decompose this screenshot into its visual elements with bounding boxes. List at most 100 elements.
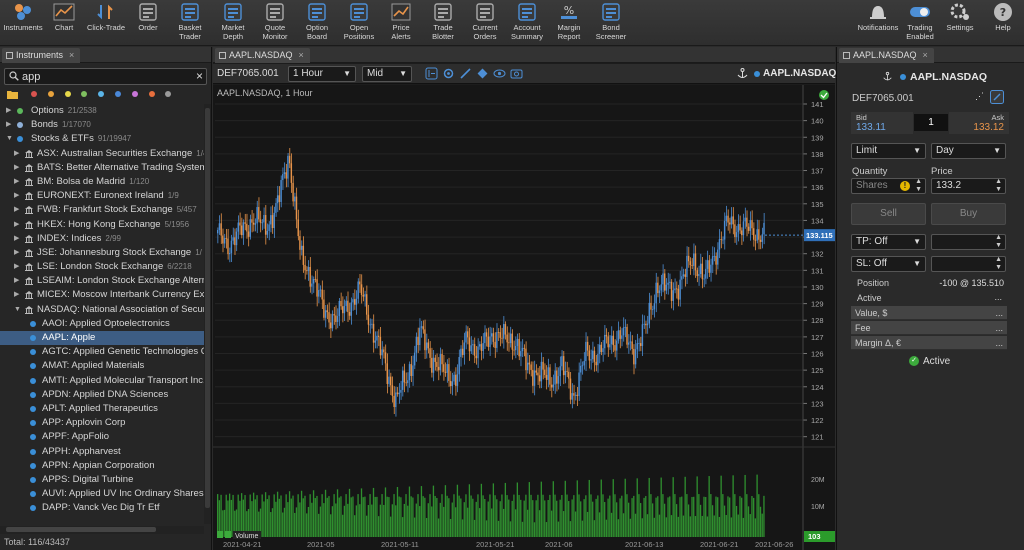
- instrument-row[interactable]: AAPL: Apple: [0, 331, 204, 346]
- quantity-stepper[interactable]: 1: [914, 114, 948, 131]
- collapsed-arrow-icon[interactable]: ▶: [14, 260, 22, 274]
- camera-icon[interactable]: [510, 67, 523, 80]
- chart-symbol[interactable]: AAPL.NASDAQ: [763, 68, 836, 79]
- anchor-icon[interactable]: [736, 67, 749, 80]
- collapsed-arrow-icon[interactable]: ▶: [14, 189, 22, 203]
- close-icon[interactable]: ×: [923, 50, 928, 60]
- eraser-icon[interactable]: [476, 67, 489, 80]
- toolbar-open-positions-button[interactable]: Open Positions: [336, 2, 382, 41]
- collapsed-arrow-icon[interactable]: ▶: [14, 246, 22, 260]
- collapsed-arrow-icon[interactable]: ▶: [14, 161, 22, 175]
- stepper-icon[interactable]: ▲ ▼: [995, 234, 1002, 250]
- expanded-arrow-icon[interactable]: ▼: [14, 303, 22, 317]
- order-account[interactable]: DEF7065.001: [852, 93, 914, 104]
- chart-account[interactable]: DEF7065.001: [217, 68, 279, 79]
- instrument-row[interactable]: APPF: AppFolio: [0, 430, 204, 444]
- take-profit-select[interactable]: TP: Off ▼: [851, 234, 926, 250]
- collapsed-arrow-icon[interactable]: ▶: [14, 175, 22, 189]
- collapsed-arrow-icon[interactable]: ▶: [14, 232, 22, 246]
- tree-horizontal-scrollbar[interactable]: [0, 526, 204, 534]
- scroll-thumb[interactable]: [205, 108, 210, 508]
- anchor-icon[interactable]: [882, 71, 893, 82]
- margin-row[interactable]: Margin Δ, €...: [851, 336, 1007, 350]
- bid-box[interactable]: Bid 133.11: [851, 112, 913, 134]
- exchange-row[interactable]: ▶ HKEX: Hong Kong Exchange 5/1956: [0, 218, 204, 232]
- collapsed-arrow-icon[interactable]: ▶: [6, 118, 14, 132]
- eye-icon[interactable]: [493, 67, 506, 80]
- toolbar-bond-screener-button[interactable]: Bond Screener: [588, 2, 634, 41]
- exchange-row[interactable]: ▶ EURONEXT: Euronext Ireland 1/9: [0, 189, 204, 203]
- toolbar-current-orders-button[interactable]: Current Orders: [462, 2, 508, 41]
- toolbar-basket-button[interactable]: Basket Trader: [167, 2, 213, 41]
- exchange-row[interactable]: ▶ LSE: London Stock Exchange 6/2218: [0, 260, 204, 274]
- instrument-row[interactable]: AGTC: Applied Genetic Technologies C: [0, 345, 204, 359]
- exchange-row[interactable]: ▶ BATS: Better Alternative Trading System: [0, 161, 204, 175]
- folder-icon[interactable]: [7, 89, 18, 99]
- order-tab[interactable]: AAPL.NASDAQ ×: [839, 48, 934, 63]
- toolbar-click-trade-button[interactable]: Click-Trade: [83, 2, 129, 32]
- close-icon[interactable]: ×: [69, 50, 74, 60]
- instrument-row[interactable]: APLT: Applied Therapeutics: [0, 402, 204, 416]
- color-filter-dot[interactable]: [47, 91, 54, 97]
- category-row[interactable]: ▶ Options 21/2538: [0, 104, 204, 118]
- toolbar-chart-button[interactable]: Chart: [41, 2, 87, 32]
- expanded-arrow-icon[interactable]: ▼: [6, 132, 14, 146]
- stop-loss-select[interactable]: SL: Off ▼: [851, 256, 926, 272]
- toolbar-bell-button[interactable]: Notifications: [855, 2, 901, 32]
- exchange-row[interactable]: ▶ FWB: Frankfurt Stock Exchange 5/457: [0, 203, 204, 217]
- toolbar-help-button[interactable]: ? Help: [980, 2, 1024, 32]
- tree-vertical-scrollbar[interactable]: [204, 104, 211, 524]
- tif-select[interactable]: Day ▼: [931, 143, 1006, 159]
- exchange-row[interactable]: ▶ INDEX: Indices 2/99: [0, 232, 204, 246]
- price-field[interactable]: 133.2 ▲ ▼: [931, 178, 1006, 194]
- toolbar-instruments-button[interactable]: Instruments: [0, 2, 46, 32]
- instrument-row[interactable]: AMAT: Applied Materials: [0, 359, 204, 373]
- instrument-row[interactable]: APDN: Applied DNA Sciences: [0, 388, 204, 402]
- instrument-row[interactable]: APPS: Digital Turbine: [0, 473, 204, 487]
- instruments-tab[interactable]: Instruments ×: [2, 48, 81, 63]
- scroll-thumb[interactable]: [6, 527, 156, 532]
- collapsed-arrow-icon[interactable]: ▶: [14, 218, 22, 232]
- settings-toggle-icon[interactable]: ⋰: [975, 91, 984, 102]
- stepper-icon[interactable]: ▲ ▼: [995, 178, 1002, 194]
- close-icon[interactable]: ×: [299, 50, 304, 60]
- collapsed-arrow-icon[interactable]: ▶: [14, 147, 22, 161]
- clear-search-icon[interactable]: ×: [196, 69, 203, 83]
- buy-button[interactable]: Buy: [931, 203, 1006, 225]
- toolbar-option-board-button[interactable]: Option Board: [294, 2, 340, 41]
- price-type-select[interactable]: Mid ▼: [362, 66, 412, 82]
- pencil-icon[interactable]: [459, 67, 472, 80]
- toolbar-quote-monitor-button[interactable]: Quote Monitor: [252, 2, 298, 41]
- exchange-row[interactable]: ▶ ASX: Australian Securities Exchange1/4: [0, 147, 204, 161]
- instrument-row[interactable]: AAOI: Applied Optoelectronics: [0, 317, 204, 331]
- value-row[interactable]: Value, $...: [851, 306, 1007, 320]
- order-type-select[interactable]: Limit ▼: [851, 143, 926, 159]
- exchange-row[interactable]: ▶ JSE: Johannesburg Stock Exchange 1/: [0, 246, 204, 260]
- color-filter-dot[interactable]: [98, 91, 105, 97]
- ask-box[interactable]: Ask 133.12: [949, 112, 1009, 134]
- collapsed-arrow-icon[interactable]: ▶: [14, 288, 22, 302]
- color-filter-dot[interactable]: [148, 91, 155, 97]
- active-ellipsis[interactable]: ...: [994, 292, 1002, 302]
- color-filter-dot[interactable]: [115, 91, 121, 97]
- period-select[interactable]: 1 Hour ▼: [288, 66, 356, 82]
- sell-button[interactable]: Sell: [851, 203, 926, 225]
- fee-row[interactable]: Fee...: [851, 321, 1007, 335]
- stop-loss-field[interactable]: ▲ ▼: [931, 256, 1006, 272]
- instrument-row[interactable]: DAPP: Vanck Vec Dig Tr Etf: [0, 501, 204, 515]
- exchange-row[interactable]: ▶ BM: Bolsa de Madrid 1/120: [0, 175, 204, 189]
- collapsed-arrow-icon[interactable]: ▶: [6, 104, 14, 118]
- quantity-field[interactable]: Shares! ▲ ▼: [851, 178, 926, 194]
- instrument-row[interactable]: AMTI: Applied Molecular Transport Inc.: [0, 374, 204, 388]
- toolbar-account-summary-button[interactable]: Account Summary: [504, 2, 550, 41]
- search-input[interactable]: app ×: [4, 68, 207, 85]
- color-filter-dot[interactable]: [31, 91, 37, 97]
- category-row[interactable]: ▼ Stocks & ETFs 91/19947: [0, 132, 204, 146]
- stepper-icon[interactable]: ▲ ▼: [915, 178, 922, 194]
- instrument-row[interactable]: APP: Applovin Corp: [0, 416, 204, 430]
- toolbar-gear-button[interactable]: Settings: [937, 2, 983, 32]
- instrument-row[interactable]: APPN: Appian Corporation: [0, 459, 204, 473]
- exchange-row[interactable]: ▶ LSEAIM: London Stock Exchange Alterna: [0, 274, 204, 288]
- settings-icon[interactable]: [442, 67, 455, 80]
- edit-icon[interactable]: [990, 90, 1004, 104]
